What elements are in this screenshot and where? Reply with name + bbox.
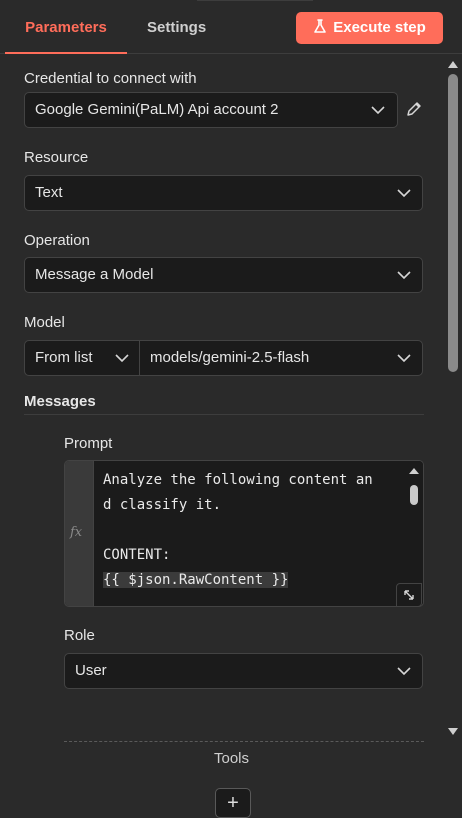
prompt-expression: {{ $json.RawContent }}: [103, 572, 289, 588]
chevron-down-icon: [397, 271, 411, 280]
chevron-down-icon: [397, 667, 411, 676]
role-label: Role: [64, 627, 95, 644]
resource-value: Text: [35, 184, 63, 201]
flask-icon: [314, 19, 327, 33]
prompt-text[interactable]: Analyze the following content an d classi…: [103, 468, 403, 593]
messages-divider: [24, 414, 424, 415]
prompt-line: Analyze the following content an: [103, 472, 373, 488]
pencil-icon[interactable]: [405, 100, 423, 118]
main-scroll-thumb[interactable]: [448, 74, 458, 372]
credential-label: Credential to connect with: [24, 70, 197, 87]
chevron-down-icon: [397, 189, 411, 198]
credential-select[interactable]: Google Gemini(PaLM) Api account 2: [24, 92, 398, 128]
operation-select[interactable]: Message a Model: [24, 257, 423, 293]
tools-label: Tools: [214, 750, 250, 767]
model-label: Model: [24, 314, 65, 331]
prompt-label: Prompt: [64, 435, 113, 452]
model-value: models/gemini-2.5-flash: [150, 349, 310, 366]
model-mode-select[interactable]: From list: [24, 340, 140, 376]
tab-settings[interactable]: Settings: [147, 0, 206, 52]
scroll-up-arrow-icon[interactable]: [448, 60, 458, 68]
tab-parameters[interactable]: Parameters: [5, 0, 127, 54]
expand-icon: [404, 590, 414, 600]
chevron-down-icon: [371, 106, 385, 115]
prompt-line: CONTENT:: [103, 547, 171, 563]
scroll-up-arrow-icon[interactable]: [409, 467, 419, 474]
execute-step-label: Execute step: [333, 19, 426, 36]
chevron-down-icon: [397, 354, 411, 363]
expand-editor-button[interactable]: [396, 583, 422, 607]
execute-step-button[interactable]: Execute step: [296, 12, 443, 44]
section-divider: [64, 741, 424, 742]
model-select[interactable]: models/gemini-2.5-flash: [139, 340, 423, 376]
role-value: User: [75, 662, 107, 679]
prompt-scroll-thumb[interactable]: [410, 485, 418, 505]
resource-label: Resource: [24, 149, 89, 166]
messages-heading: Messages: [24, 393, 96, 410]
chevron-down-icon: [115, 354, 129, 363]
role-select[interactable]: User: [64, 653, 423, 689]
prompt-line: [103, 518, 403, 543]
operation-value: Message a Model: [35, 266, 154, 283]
scroll-down-arrow-icon[interactable]: [448, 728, 458, 736]
expression-gutter: fx: [65, 461, 94, 606]
resource-select[interactable]: Text: [24, 175, 423, 211]
model-mode-value: From list: [35, 349, 93, 366]
prompt-editor[interactable]: fx Analyze the following content an d cla…: [64, 460, 424, 607]
fx-icon: fx: [70, 525, 83, 540]
add-tool-button[interactable]: +: [215, 788, 251, 818]
prompt-line: d classify it.: [103, 497, 222, 513]
top-divider: [197, 0, 313, 5]
operation-label: Operation: [24, 232, 90, 249]
credential-value: Google Gemini(PaLM) Api account 2: [35, 101, 279, 118]
